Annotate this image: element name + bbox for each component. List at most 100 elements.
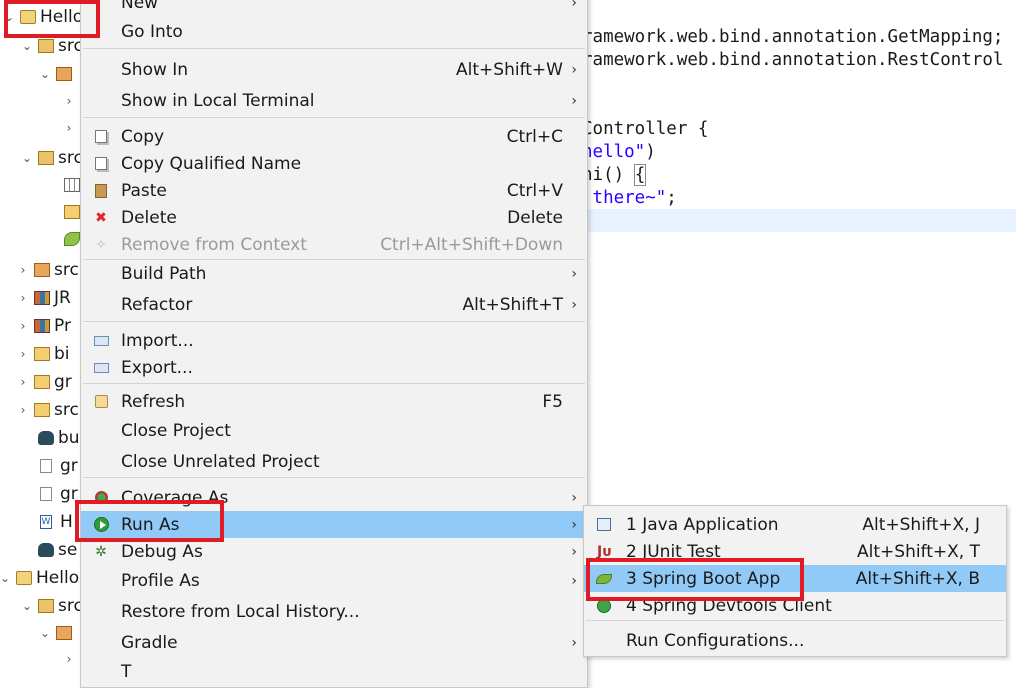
expand-twisty[interactable]: › bbox=[16, 319, 30, 333]
package-icon bbox=[56, 67, 72, 81]
menu-item-copy-qualified-name[interactable]: Copy Qualified Name bbox=[81, 150, 587, 177]
menu-item-import[interactable]: Import... bbox=[81, 327, 587, 354]
menu-separator bbox=[83, 117, 585, 118]
menu-item-gradle[interactable]: Gradle › bbox=[81, 629, 587, 656]
menu-item-build-path[interactable]: Build Path › bbox=[81, 260, 587, 287]
menu-item-copy[interactable]: Copy Ctrl+C bbox=[81, 123, 587, 150]
tree-item-resource[interactable] bbox=[64, 226, 80, 252]
menu-item-profile-as[interactable]: Profile As › bbox=[81, 567, 587, 594]
tree-item-class[interactable]: › bbox=[62, 115, 80, 141]
menu-item-label: 4 Spring Devtools Client bbox=[626, 595, 832, 616]
tree-item-settings-gradle[interactable]: se bbox=[38, 537, 77, 563]
menu-item-close-project[interactable]: Close Project bbox=[81, 417, 587, 444]
run-as-submenu: 1 Java Application Alt+Shift+X, J Jᴜ 2 J… bbox=[583, 505, 1007, 657]
menu-item-go-into[interactable]: Go Into bbox=[81, 18, 587, 45]
tree-item-class[interactable]: › bbox=[62, 88, 80, 114]
tree-item-source-folder[interactable]: ⌄ src bbox=[20, 593, 80, 619]
copy-qualified-name-icon bbox=[93, 156, 109, 172]
tree-item-file[interactable]: W H bbox=[40, 509, 73, 535]
expand-twisty[interactable]: ⌄ bbox=[2, 10, 16, 24]
project-icon bbox=[16, 571, 32, 585]
tree-item-file[interactable]: gr bbox=[40, 453, 78, 479]
code-token: ; bbox=[666, 188, 677, 208]
tree-item-hello-project[interactable]: ⌄ Hello bbox=[2, 4, 80, 30]
expand-twisty[interactable]: ⌄ bbox=[20, 599, 34, 613]
source-folder-icon bbox=[38, 39, 54, 53]
menu-separator bbox=[83, 321, 585, 322]
expand-twisty[interactable]: ⌄ bbox=[20, 151, 34, 165]
context-menu: New › Go Into Show In Alt+Shift+W › Show… bbox=[80, 0, 588, 688]
menu-item-label: Restore from Local History... bbox=[121, 601, 360, 622]
tree-item-source-folder[interactable]: › src bbox=[16, 257, 79, 283]
expand-twisty[interactable]: › bbox=[62, 652, 76, 666]
tree-item-resource[interactable] bbox=[64, 172, 80, 198]
menu-item-debug-as[interactable]: ✲ Debug As › bbox=[81, 538, 587, 565]
tree-item-bin-folder[interactable]: › bi bbox=[16, 341, 70, 367]
tree-item-label: Pr bbox=[54, 316, 71, 336]
menu-item-new[interactable]: New › bbox=[81, 0, 587, 16]
tree-item-project-library[interactable]: › Pr bbox=[16, 313, 71, 339]
menu-item-label: 1 Java Application bbox=[626, 514, 779, 535]
tree-item-build-gradle[interactable]: bu bbox=[38, 425, 80, 451]
expand-twisty[interactable]: › bbox=[62, 94, 76, 108]
expand-twisty[interactable]: › bbox=[16, 347, 30, 361]
expand-twisty[interactable]: › bbox=[62, 121, 76, 135]
source-folder-icon bbox=[38, 599, 54, 613]
expand-twisty[interactable]: ⌄ bbox=[0, 571, 12, 585]
submenu-item-run-configurations[interactable]: Run Configurations... bbox=[584, 627, 1006, 654]
tree-item-label: src bbox=[58, 36, 80, 56]
devtools-icon bbox=[596, 598, 612, 614]
spring-leaf-icon bbox=[64, 232, 80, 246]
menu-item-run-as[interactable]: Run As › bbox=[81, 511, 587, 538]
tree-item-jre-library[interactable]: › JR bbox=[16, 285, 71, 311]
tree-item-package[interactable]: ⌄ bbox=[38, 61, 76, 87]
tree-item-label: src bbox=[54, 400, 79, 420]
tree-item-label: H bbox=[60, 512, 73, 532]
submenu-item-junit-test[interactable]: Jᴜ 2 JUnit Test Alt+Shift+X, T bbox=[584, 538, 1006, 565]
menu-item-refresh[interactable]: Refresh F5 bbox=[81, 388, 587, 415]
project-icon bbox=[20, 10, 36, 24]
tree-item-label: JR bbox=[54, 288, 71, 308]
paste-icon bbox=[93, 183, 109, 199]
submenu-item-spring-devtools-client[interactable]: 4 Spring Devtools Client bbox=[584, 592, 1006, 619]
expand-twisty[interactable]: ⌄ bbox=[20, 39, 34, 53]
menu-item-label: Profile As bbox=[121, 570, 200, 591]
tree-item-class[interactable]: › bbox=[62, 646, 80, 670]
menu-item-label: New bbox=[121, 0, 159, 13]
tree-item-file[interactable]: gr bbox=[40, 481, 78, 507]
expand-twisty[interactable]: › bbox=[16, 291, 30, 305]
folder-icon bbox=[34, 403, 50, 417]
menu-item-coverage-as[interactable]: Coverage As › bbox=[81, 484, 587, 511]
tree-item-label: Hello bbox=[36, 568, 80, 588]
menu-item-label: Refactor bbox=[121, 294, 193, 315]
menu-item-refactor[interactable]: Refactor Alt+Shift+T › bbox=[81, 291, 587, 318]
submenu-item-spring-boot-app[interactable]: 3 Spring Boot App Alt+Shift+X, B bbox=[584, 565, 1006, 592]
tree-item-gradle-folder[interactable]: › gr bbox=[16, 369, 72, 395]
tree-item-hello-project-2[interactable]: ⌄ Hello bbox=[0, 565, 79, 591]
submenu-arrow-icon: › bbox=[571, 265, 577, 282]
menu-item-delete[interactable]: ✖ Delete Delete bbox=[81, 204, 587, 231]
menu-item-show-in-local-terminal[interactable]: Show in Local Terminal › bbox=[81, 87, 587, 114]
expand-twisty[interactable]: ⌄ bbox=[38, 626, 52, 640]
menu-item-paste[interactable]: Paste Ctrl+V bbox=[81, 177, 587, 204]
expand-twisty[interactable]: › bbox=[16, 403, 30, 417]
expand-twisty[interactable]: ⌄ bbox=[38, 67, 52, 81]
menu-item-team[interactable]: T bbox=[81, 658, 587, 685]
expand-twisty[interactable]: › bbox=[16, 375, 30, 389]
word-file-icon: W bbox=[40, 515, 52, 529]
grid-icon bbox=[64, 178, 80, 192]
tree-item-src-folder[interactable]: › src bbox=[16, 397, 79, 423]
menu-item-label: Gradle bbox=[121, 632, 178, 653]
tree-item-package[interactable]: ⌄ bbox=[38, 620, 76, 646]
menu-item-show-in[interactable]: Show In Alt+Shift+W › bbox=[81, 56, 587, 83]
menu-item-restore-from-local-history[interactable]: Restore from Local History... bbox=[81, 598, 587, 625]
tree-item-resource[interactable] bbox=[64, 199, 80, 225]
submenu-item-java-application[interactable]: 1 Java Application Alt+Shift+X, J bbox=[584, 511, 1006, 538]
tree-item-source-folder[interactable]: ⌄ src bbox=[20, 33, 80, 59]
import-icon bbox=[93, 333, 109, 349]
menu-item-close-unrelated-project[interactable]: Close Unrelated Project bbox=[81, 448, 587, 475]
tree-item-source-folder[interactable]: ⌄ src bbox=[20, 145, 80, 171]
expand-twisty[interactable]: › bbox=[16, 263, 30, 277]
menu-item-label: Run As bbox=[121, 514, 180, 535]
menu-item-export[interactable]: Export... bbox=[81, 354, 587, 381]
